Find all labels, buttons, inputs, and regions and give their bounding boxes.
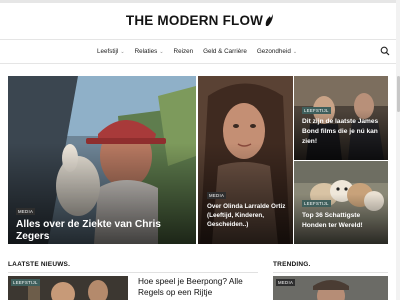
category-badge[interactable]: MEDIA <box>276 279 296 286</box>
category-badge[interactable]: MEDIA <box>207 192 227 199</box>
article-title[interactable]: Dit zijn de laatste James Bond films die… <box>302 117 384 147</box>
scrollbar-thumb[interactable] <box>396 76 400 112</box>
article-title[interactable]: Over Olinda Larralde Ortiz (Leeftijd, Ki… <box>207 202 291 229</box>
nav-item-label: Gezondheid <box>256 48 291 55</box>
featured-article-james-bond-films[interactable]: LEEFSTIJL Dit zijn de laatste James Bond… <box>294 76 388 160</box>
nav-item-leefstijl[interactable]: Leefstijl ⌄ <box>97 48 125 55</box>
nav-item-label: Geld & Carrière <box>203 48 247 55</box>
chevron-down-icon: ⌄ <box>120 48 125 55</box>
nav-item-geld-carriere[interactable]: Geld & Carrière <box>203 48 247 55</box>
chevron-down-icon: ⌄ <box>292 48 298 55</box>
section-divider <box>273 272 388 273</box>
spacer-band <box>0 65 400 76</box>
nav-menu: Leefstijl ⌄ Relaties ⌄ Reizen Geld & Car… <box>97 40 307 63</box>
chevron-down-icon: ⌄ <box>159 48 164 55</box>
nav-item-label: Leefstijl <box>97 48 119 55</box>
featured-article-olinda-larralde-ortiz[interactable]: MEDIA Over Olinda Larralde Ortiz (Leefti… <box>198 76 293 244</box>
logo-text: THE MODERN FLOW <box>125 12 264 28</box>
top-accent-line <box>0 0 400 3</box>
nav-item-reizen[interactable]: Reizen <box>174 48 194 55</box>
nav-item-relaties[interactable]: Relaties ⌄ <box>135 48 164 55</box>
nav-item-label: Relaties <box>134 48 158 55</box>
section-heading-trending: TRENDING. <box>273 261 311 268</box>
nav-item-label: Reizen <box>173 48 194 55</box>
category-badge[interactable]: MEDIA <box>16 208 36 215</box>
featured-article-schattigste-honden[interactable]: LEEFSTIJL Top 36 Schattigste Honden ter … <box>294 161 388 244</box>
site-logo[interactable]: THE MODERN FLOW <box>0 9 400 31</box>
article-title[interactable]: Alles over de Ziekte van Chris Zegers <box>16 219 192 243</box>
latest-article-image[interactable]: LEEFSTIJL <box>8 276 128 300</box>
page-scrollbar[interactable] <box>396 0 400 300</box>
main-nav: Leefstijl ⌄ Relaties ⌄ Reizen Geld & Car… <box>0 39 400 64</box>
category-badge[interactable]: LEEFSTIJL <box>302 107 331 114</box>
search-icon[interactable] <box>380 46 390 56</box>
nav-item-gezondheid[interactable]: Gezondheid ⌄ <box>257 48 297 55</box>
trending-article-image[interactable]: MEDIA <box>273 276 388 300</box>
category-badge[interactable]: LEEFSTIJL <box>11 279 40 286</box>
featured-article-chris-zegers[interactable]: MEDIA Alles over de Ziekte van Chris Zeg… <box>8 76 196 244</box>
section-heading-latest-news: LAATSTE NIEUWS. <box>8 261 71 268</box>
section-divider <box>8 272 258 273</box>
logo-flame-icon <box>265 14 274 26</box>
latest-article-title[interactable]: Hoe speel je Beerpong? Alle Regels op ee… <box>138 276 258 298</box>
category-badge[interactable]: LEEFSTIJL <box>302 200 331 207</box>
article-title[interactable]: Top 36 Schattigste Honden ter Wereld! <box>302 211 384 231</box>
